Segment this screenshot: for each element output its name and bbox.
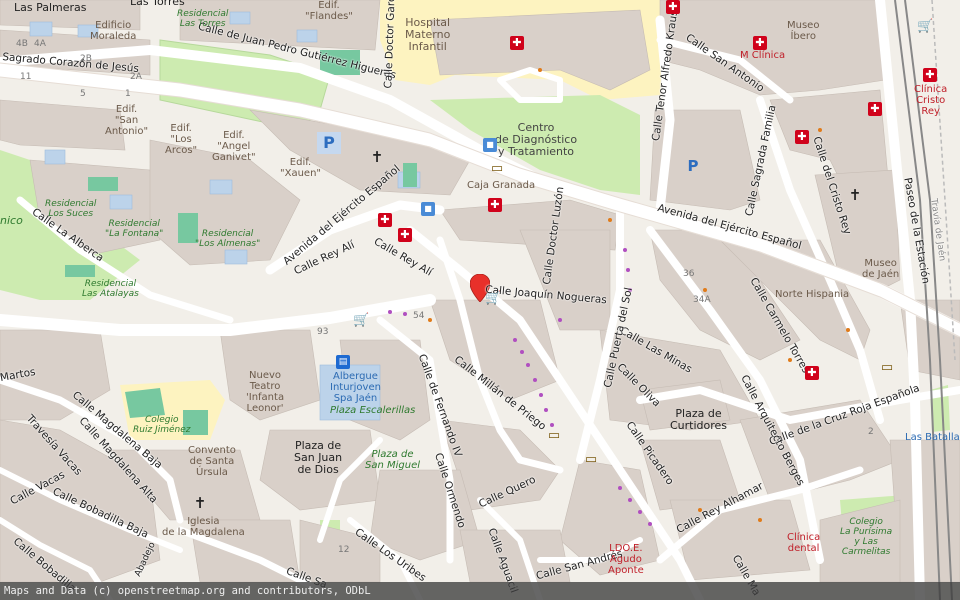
shop-icon: 🛒 [485, 291, 502, 306]
poi-label: Hospital Materno Infantil [405, 16, 451, 54]
house-number: 11 [20, 72, 32, 82]
health-icon: ✚ [398, 228, 412, 242]
health-icon: ✚ [378, 213, 392, 227]
place-label: Las Palmeras [14, 1, 87, 14]
place-label: Las Torres [130, 0, 185, 8]
place-label: Plaza de San Juan de Dios [294, 439, 343, 477]
poi-label: Colegio Ruiz Jiménez [133, 415, 191, 435]
poi-label: Plaza Escalerillas [330, 405, 416, 416]
bank-icon: ▭ [547, 428, 561, 443]
poi-label: Albergue Inturjoven Spa Jaén [330, 371, 381, 404]
health-icon: ✚ [795, 130, 809, 144]
poi-label: Edificio Moraleda [90, 20, 137, 42]
poi-label: Residencial Las Torres [177, 9, 229, 29]
poi-label: Edif. "Los Arcos" [165, 123, 198, 156]
poi-label: Edif. "Flandes" [305, 0, 353, 22]
poi-label: Norte Hispania [775, 289, 850, 300]
poi-label: Plaza de San Miguel [365, 449, 421, 471]
poi-label: Colegio La Purísima y Las Carmelitas [840, 517, 893, 557]
bus-stop-icon: ■ [421, 202, 435, 216]
poi-label: LDO.E. Agudo Aponte [608, 543, 644, 576]
house-number: 93 [317, 327, 329, 337]
shop-icon: 🛒 [917, 19, 934, 34]
poi-label: Residencial Los Suces [45, 199, 97, 219]
house-number: 54 [413, 311, 425, 321]
bus-stop-icon: ■ [483, 138, 497, 152]
poi-label: Museo de Jaén [862, 258, 900, 280]
poi-label: M Clínica [740, 50, 786, 61]
bank-icon: ▭ [584, 452, 598, 467]
house-number: 5 [80, 89, 86, 99]
poi-label: Edif. "Xauen" [280, 157, 322, 179]
poi-label: Clínica Cristo Rey [914, 84, 948, 117]
poi-label: Clínica dental [787, 532, 821, 554]
poi-label: Nuevo Teatro 'Infanta Leonor' [246, 370, 285, 414]
poi-label: Las Batallas [905, 432, 960, 443]
church-icon: ✝ [848, 186, 862, 204]
poi-label: Caja Granada [467, 180, 536, 191]
poi-label: Convento de Santa Úrsula [188, 445, 236, 478]
house-number: 2B [80, 54, 92, 64]
attribution-bar: Maps and Data (c) openstreetmap.org and … [0, 582, 960, 600]
church-icon: ✝ [370, 148, 384, 166]
bank-icon: ▭ [880, 360, 894, 375]
house-number: 12 [338, 545, 350, 555]
poi-label: Residencial "La Fontana" [105, 219, 164, 239]
health-icon: ✚ [510, 36, 524, 50]
house-number: 4A [34, 39, 46, 49]
health-icon: ✚ [488, 198, 502, 212]
house-number: 2 [868, 427, 874, 437]
place-label: Plaza de Curtidores [670, 407, 728, 433]
poi-label: Edif. "Angel Ganivet" [212, 130, 256, 163]
house-number: 36 [683, 269, 695, 279]
house-number: 4B [16, 39, 28, 49]
health-icon: ✚ [923, 68, 937, 82]
house-number: 34A [693, 295, 711, 305]
parking-icon: P [687, 157, 699, 175]
house-number: 2A [130, 72, 142, 82]
house-number: 1 [125, 89, 131, 99]
poi-label: Residencial Las Atalayas [82, 279, 139, 299]
poi-label: Iglesia de la Magdalena [162, 516, 245, 538]
poi-label: Edif. "San Antonio" [105, 104, 149, 137]
health-icon: ✚ [805, 366, 819, 380]
poi-label: Museo Íbero [787, 20, 820, 42]
health-icon: ✚ [753, 36, 767, 50]
shop-icon: 🛒 [353, 313, 370, 328]
poi-label: Residencial "Los Almenas" [195, 229, 261, 249]
bank-icon: ▭ [490, 161, 504, 176]
poi-label: Centro de Diagnóstico y Tratamiento [495, 121, 578, 159]
poi-label: nico [0, 214, 23, 227]
health-icon: ✚ [868, 102, 882, 116]
parking-icon: P [317, 132, 341, 154]
church-icon: ✝ [193, 494, 207, 512]
hotel-icon: ▤ [336, 355, 350, 369]
health-icon: ✚ [666, 0, 680, 14]
